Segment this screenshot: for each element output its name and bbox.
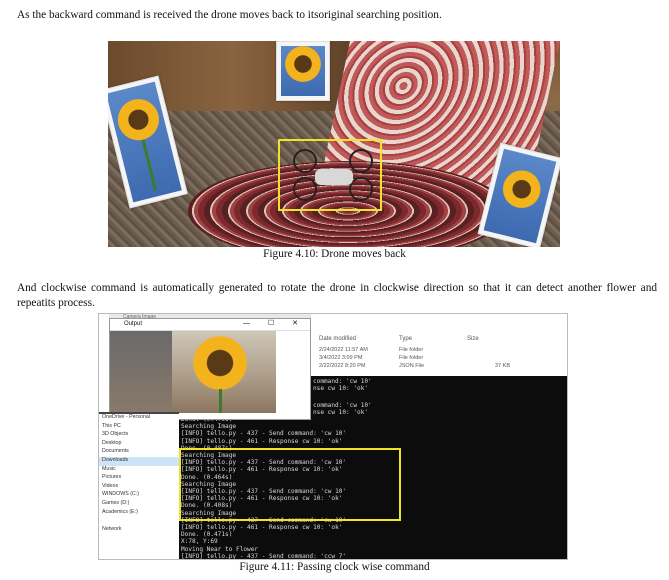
drone-highlight-box <box>278 139 382 211</box>
window-controls[interactable]: — ☐ ✕ <box>243 319 306 327</box>
nav-item[interactable]: Downloads <box>99 456 179 466</box>
figure-4-11-caption: Figure 4.11: Passing clock wise command <box>239 561 430 573</box>
nav-item[interactable]: Academics (E:) <box>99 509 179 518</box>
terminal-line: Moving Near to Flower <box>181 545 259 553</box>
paragraph-backward: As the backward command is received the … <box>17 9 442 21</box>
terminal-line: [INFO] tello.py - 461 - Response cw 10: … <box>181 524 343 532</box>
column-size[interactable]: Size <box>467 336 479 342</box>
paragraph-clockwise: And clockwise command is automatically g… <box>17 282 657 309</box>
nav-item[interactable]: Network <box>99 526 179 535</box>
nav-item[interactable]: OneDrive - Personal <box>99 414 179 423</box>
explorer-nav-pane: OneDrive - Personal This PC 3D Objects Desk… <box>99 414 179 559</box>
sunflower-icon <box>190 333 250 393</box>
left-camera-strip <box>110 331 172 417</box>
figure-4-10-caption: Figure 4.10: Drone moves back <box>263 248 406 260</box>
flower-card-center <box>276 41 330 101</box>
column-type[interactable]: Type <box>399 336 412 342</box>
nav-item[interactable]: Documents <box>99 448 179 457</box>
terminal-line: nse cw 10: 'ok' <box>313 385 369 392</box>
nav-item[interactable]: Games (D:) <box>99 500 179 509</box>
terminal-line: [INFO] tello.py - 461 - Response cw 10: … <box>181 437 343 445</box>
column-date-modified[interactable]: Date modified <box>319 336 356 342</box>
nav-item[interactable]: WINDOWS (C:) <box>99 491 179 500</box>
terminal-line: Searching Image <box>181 423 237 431</box>
terminal-line: Done. (0.471s) <box>181 531 233 539</box>
drone-backward-photo <box>108 41 560 247</box>
camera-feed <box>172 331 276 413</box>
nav-item[interactable]: Desktop <box>99 440 179 449</box>
nav-item[interactable]: Pictures <box>99 474 179 483</box>
nav-item[interactable]: This PC <box>99 423 179 432</box>
sunflower-icon <box>283 44 323 84</box>
nav-item[interactable]: Music <box>99 466 179 475</box>
clockwise-command-screenshot: Camera Image Date modified Type Size 2/2… <box>98 313 568 560</box>
nav-item[interactable]: 3D Objects <box>99 431 179 440</box>
nav-item[interactable] <box>99 517 179 526</box>
file-explorer-list: Date modified Type Size 2/24/2022 11:57 … <box>311 314 567 378</box>
terminal-line: [INFO] tello.py - 437 - Send command: 'c… <box>181 430 347 438</box>
terminal-line: [INFO] tello.py - 437 - Send command: 'c… <box>181 552 347 560</box>
nav-item[interactable]: Videos <box>99 483 179 492</box>
output-window[interactable]: Output — ☐ ✕ <box>109 318 311 420</box>
cw-command-highlight-box <box>179 448 401 521</box>
terminal-line: X:78, Y:69 <box>181 538 218 546</box>
